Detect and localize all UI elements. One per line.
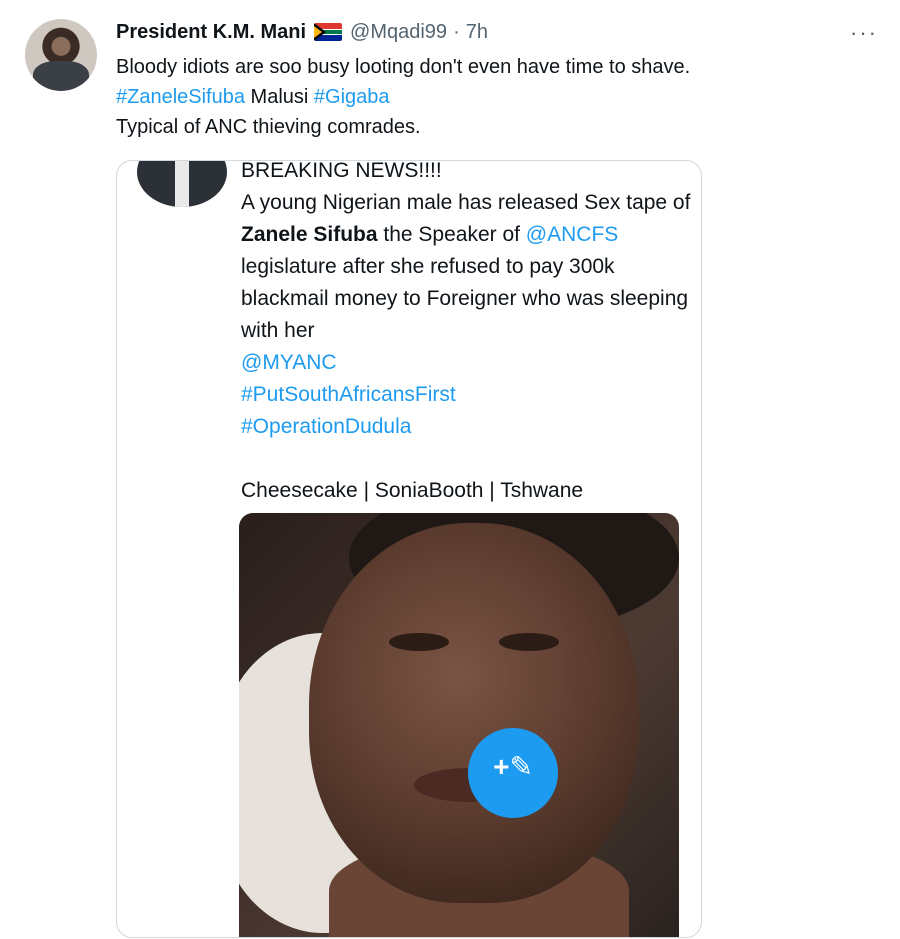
separator-dot: · [453,20,460,43]
author-name[interactable]: President K.M. Mani [116,21,306,44]
quoted-text-c: legislature after she refused to pay 300… [241,255,689,342]
tweet-line-2: #ZaneleSifuba Malusi #Gigaba [116,82,876,112]
hashtag-gigaba[interactable]: #Gigaba [314,86,390,108]
hashtag-put-south-africans-first[interactable]: #PutSouthAfricansFirst [241,383,456,406]
quoted-tweet-text: BREAKING NEWS!!!! A young Nigerian male … [241,160,691,507]
hashtag-zanele-sifuba[interactable]: #ZaneleSifuba [116,86,245,108]
hashtag-line-1: #PutSouthAfricansFirst [241,379,691,411]
plain-text-malusi: Malusi [244,86,314,108]
tweet-timestamp[interactable]: 7h [466,21,488,44]
quoted-footer: Cheesecake | SoniaBooth | Tshwane [241,479,584,502]
mention-ancfs[interactable]: @ANCFS [526,223,619,246]
quoted-author-avatar [137,161,227,207]
media-eye-left [389,633,449,651]
south-africa-flag-icon [314,23,343,41]
mention-myanc-line: @MYANC [241,347,691,379]
author-avatar[interactable] [25,19,97,91]
author-handle[interactable]: @Mqadi99 [350,21,447,44]
quoted-text-a: A young Nigerian male has released Sex t… [241,191,691,214]
more-options-icon[interactable]: ··· [850,20,878,46]
quoted-headline: BREAKING NEWS!!!! [241,160,442,182]
quoted-tweet-card[interactable]: BREAKING NEWS!!!! A young Nigerian male … [116,160,702,938]
tweet-line-1: Bloody idiots are soo busy looting don't… [116,56,691,78]
quoted-name-bold: Zanele Sifuba [241,223,378,246]
tweet-header: President K.M. Mani @Mqadi99 · 7h [116,19,488,45]
mention-myanc[interactable]: @MYANC [241,351,337,374]
tweet-body: Bloody idiots are soo busy looting don't… [116,52,876,142]
media-eye-right [499,633,559,651]
quoted-media-image[interactable] [239,513,679,937]
hashtag-operation-dudula[interactable]: #OperationDudula [241,415,411,438]
compose-tweet-icon[interactable]: +✎ [468,728,558,818]
tweet: President K.M. Mani @Mqadi99 · 7h ··· Bl… [0,0,900,939]
quoted-paragraph: A young Nigerian male has released Sex t… [241,187,691,347]
hashtag-line-2: #OperationDudula [241,411,691,443]
media-face-shape [309,523,639,903]
tweet-line-3: Typical of ANC thieving comrades. [116,116,421,138]
quoted-text-b: the Speaker of [377,223,526,246]
